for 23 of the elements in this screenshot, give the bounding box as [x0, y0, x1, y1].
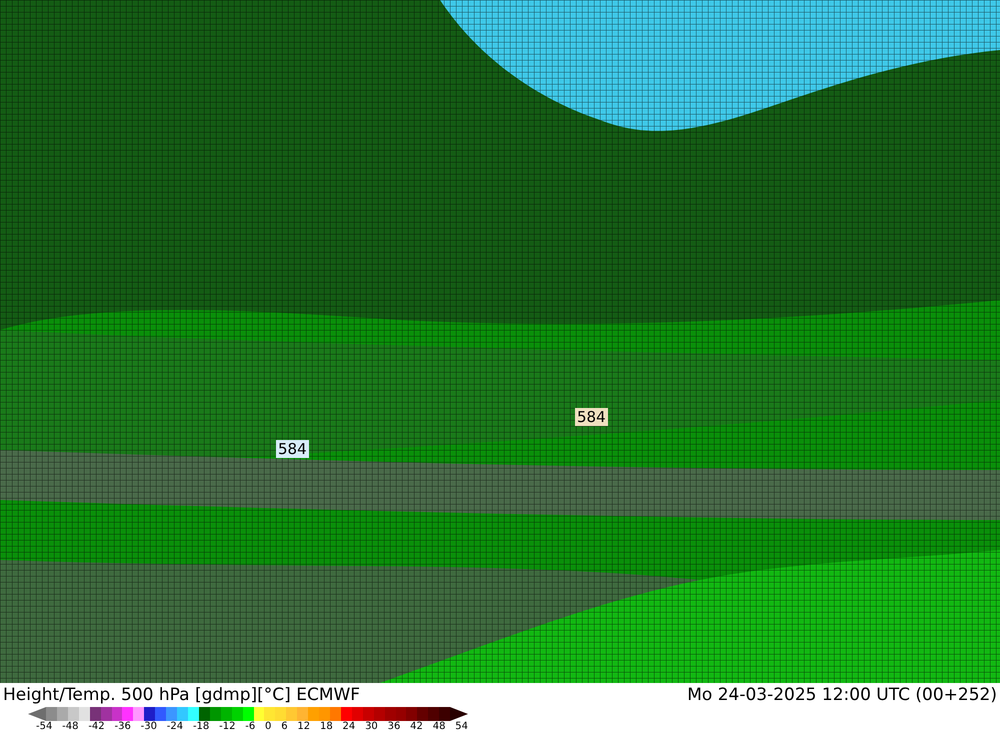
scale-tick-label: 18	[320, 721, 333, 733]
scale-tick-label: 0	[265, 721, 272, 733]
scale-tick-label: -30	[140, 721, 157, 733]
scale-tick-label: 6	[281, 721, 288, 733]
scale-tick-label: -12	[219, 721, 236, 733]
scale-tick-label: -24	[166, 721, 184, 733]
scale-tick-label: 24	[342, 721, 356, 733]
contour-label: 584	[276, 440, 309, 458]
scale-tick-label: -42	[88, 721, 105, 733]
contour-label: 584	[575, 408, 608, 426]
scale-tick-label: 54	[455, 721, 468, 733]
scale-tick-label: -54	[36, 721, 52, 733]
scale-tick-label: 48	[432, 721, 446, 733]
scale-tick-label: 42	[410, 721, 423, 733]
scale-tick-label: -48	[62, 721, 78, 733]
scale-tick-label: -6	[245, 721, 256, 733]
scale-tick-label: 12	[297, 721, 310, 733]
scale-tick-label: 36	[388, 721, 400, 733]
forecast-datetime: Mo 24-03-2025 12:00 UTC (00+252)	[687, 685, 997, 705]
scale-tick-label: -18	[192, 721, 210, 733]
chart-title: Height/Temp. 500 hPa [gdmp][°C] ECMWF	[3, 685, 360, 705]
scale-tick-label: 30	[365, 721, 378, 733]
scale-tick-label: -36	[114, 721, 131, 733]
